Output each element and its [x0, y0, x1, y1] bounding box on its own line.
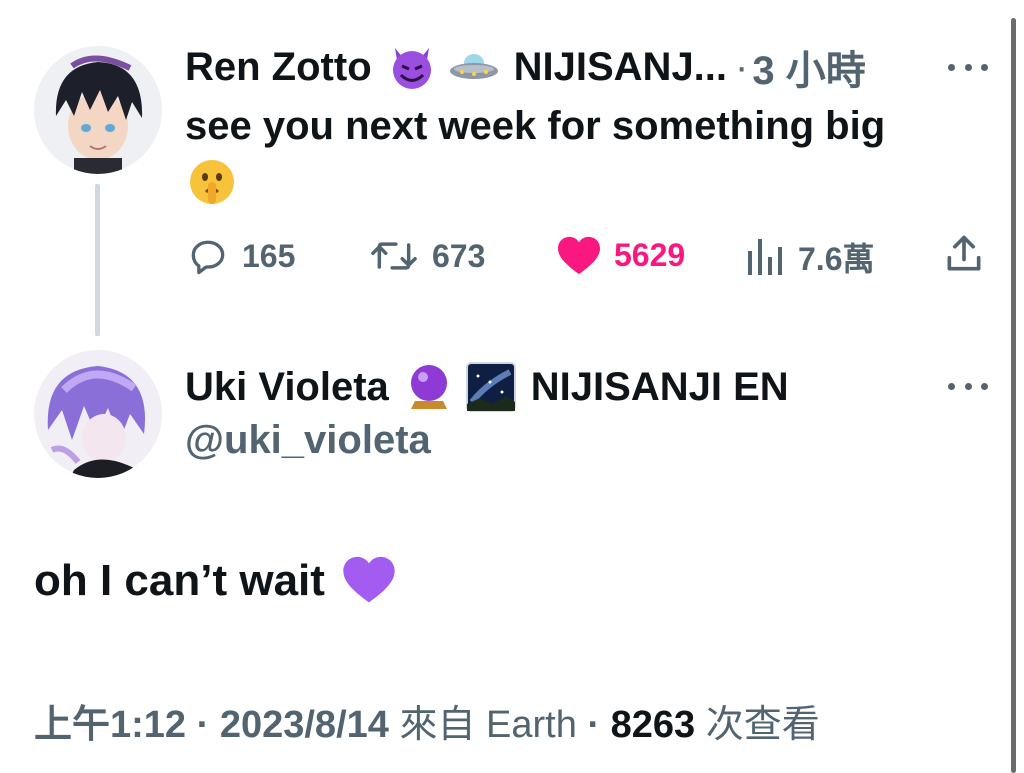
reply-count: 165 — [242, 237, 296, 274]
like-count: 5629 — [614, 236, 686, 273]
views-count: 7.6萬 — [798, 241, 875, 277]
dot-icon — [948, 382, 955, 390]
reply-icon — [191, 240, 225, 275]
shushing-face-icon — [186, 156, 238, 208]
smiling-imp-icon — [386, 41, 438, 93]
author-name[interactable]: Ren Zotto — [185, 45, 372, 90]
tweet-text: see you next week for something big — [185, 104, 886, 148]
scrollbar[interactable] — [1011, 18, 1016, 773]
reply-tweet-text: oh I can’t wait — [34, 553, 397, 609]
milky-way-icon — [465, 361, 517, 413]
view-count: 8263 — [610, 704, 696, 746]
separator-dot: · — [196, 704, 210, 746]
tweet-meta: 上午1:12 · 2023/8/14 來自 Earth · 8263 次查看 — [34, 693, 820, 748]
reply-button[interactable]: 165 — [186, 234, 295, 278]
parent-tweet-header: Ren Zotto NIJISANJ... · 3 小時 — [185, 41, 866, 94]
dot-icon — [964, 382, 972, 390]
dot-icon — [964, 63, 972, 71]
retweet-button[interactable]: 673 — [368, 234, 485, 278]
dot-icon — [981, 63, 988, 71]
views-button[interactable]: 7.6萬 — [744, 234, 875, 280]
dot-icon — [948, 63, 955, 71]
affiliation-label: NIJISANJI EN — [530, 364, 789, 409]
retweet-count: 673 — [432, 237, 486, 274]
tweet-source: 來自 Earth — [399, 704, 577, 746]
share-button[interactable] — [942, 232, 986, 276]
separator-dot: · — [735, 44, 749, 89]
like-button[interactable]: 5629 — [556, 234, 685, 276]
tweet-date[interactable]: 2023/8/14 — [220, 704, 389, 746]
reply-text-content: oh I can’t wait — [34, 556, 325, 605]
analytics-icon — [748, 239, 782, 275]
retweet-icon — [371, 242, 417, 270]
author-name[interactable]: Uki Violeta — [185, 365, 389, 410]
user-handle[interactable]: @uki_violeta — [185, 418, 431, 463]
tweet-time[interactable]: 上午1:12 — [34, 704, 186, 746]
purple-heart-icon — [341, 553, 397, 609]
view-count-label: 次查看 — [705, 704, 820, 746]
more-options-button[interactable] — [948, 379, 988, 393]
more-options-button[interactable] — [948, 60, 988, 74]
reply-tweet-header: Uki Violeta NIJISANJI EN — [185, 362, 789, 412]
avatar[interactable] — [34, 46, 162, 174]
flying-saucer-icon — [448, 41, 500, 93]
crystal-ball-icon — [403, 361, 455, 413]
tweet-action-bar: 165 673 5629 7.6萬 — [0, 228, 1024, 284]
heart-filled-icon — [558, 236, 600, 275]
avatar[interactable] — [34, 350, 162, 478]
timestamp[interactable]: 3 小時 — [752, 38, 865, 96]
dot-icon — [981, 382, 988, 390]
separator-dot: · — [587, 704, 601, 746]
share-icon — [947, 235, 981, 271]
affiliation-label: NIJISANJ... — [513, 44, 728, 89]
